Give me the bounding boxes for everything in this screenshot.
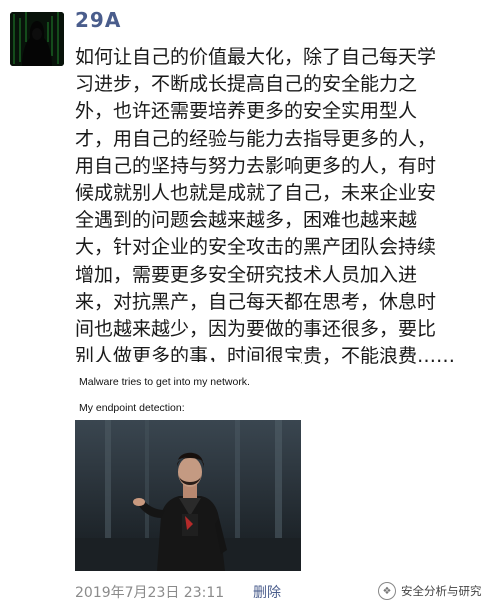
post-line: 如何让自己的价值最大化，除了自己每天学 (75, 46, 437, 68)
wechat-channel-icon: ❖ (378, 582, 396, 600)
delete-link[interactable]: 删除 (253, 582, 281, 602)
post-line: 外，也许还需要培养更多的安全实用型人 (75, 100, 418, 123)
post-line: 才，用自己的经验与能力去指导更多的人， (75, 127, 437, 150)
meme-caption-top: Malware tries to get into my network. (79, 376, 250, 388)
post-line: 习进步，不断成长提高自己的安全能力之 (75, 73, 418, 96)
watermark: ❖ 安全分析与研究 (378, 582, 482, 600)
post-timestamp: 2019年7月23日 23:11 (75, 585, 225, 601)
post-line: 候成就别人也就是成就了自己，未来企业安 (75, 182, 437, 205)
hooded-figure-icon (10, 12, 64, 66)
man-pointing-photo-icon (75, 420, 301, 571)
post-body: 如何让自己的价值最大化，除了自己每天学 习进步，不断成长提高自己的安全能力之 外… (75, 44, 495, 370)
post-line: 大，针对企业的安全攻击的黑产团队会持续 (75, 236, 437, 259)
meme-image[interactable]: Malware tries to get into my network. My… (75, 362, 301, 571)
post-line: 间也越来越少，因为要做的事还很多，要比 (75, 318, 437, 341)
watermark-text: 安全分析与研究 (401, 584, 482, 598)
post-line: 增加，需要更多安全研究技术人员加入进 (75, 263, 418, 286)
author-name[interactable]: 29A (75, 8, 121, 32)
meme-photo (75, 420, 301, 571)
avatar[interactable] (10, 12, 64, 66)
meme-caption-bottom: My endpoint detection: (79, 402, 185, 414)
post-line: 全遇到的问题会越来越多，困难也越来越 (75, 209, 418, 232)
post-line: 用自己的坚持与努力去影响更多的人，有时 (75, 154, 437, 177)
post-line: 来，对抗黑产，自己每天都在思考，休息时 (75, 290, 437, 313)
